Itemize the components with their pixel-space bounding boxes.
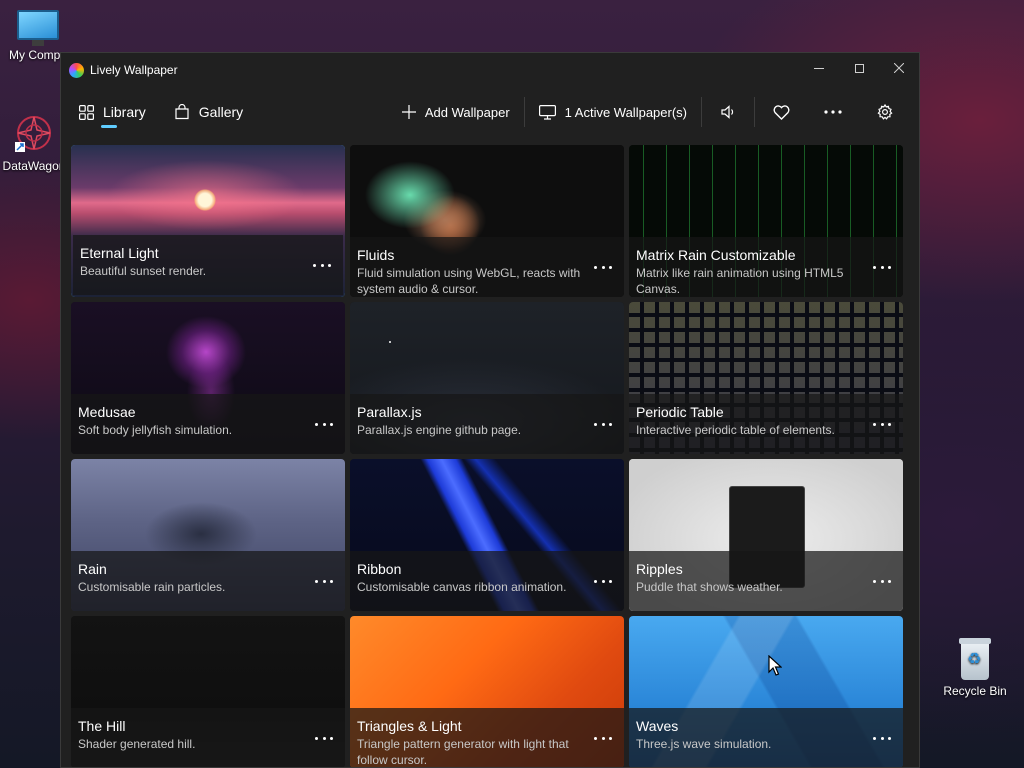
heart-icon: [773, 104, 789, 120]
active-wallpapers-label: 1 Active Wallpaper(s): [564, 104, 687, 120]
volume-icon: [720, 105, 733, 119]
wallpaper-card[interactable]: Waves Three.js wave simulation.: [629, 616, 903, 767]
wallpaper-card[interactable]: Rain Customisable rain particles.: [71, 459, 345, 611]
wallpaper-description: Soft body jellyfish simulation.: [78, 423, 233, 437]
shopping-bag-icon: [174, 104, 190, 120]
wallpaper-title: Triangles & Light: [357, 718, 462, 734]
more-icon: [824, 110, 842, 114]
wallpaper-description: Parallax.js engine github page.: [357, 423, 522, 437]
wallpaper-title: Rain: [78, 561, 107, 577]
title-bar[interactable]: Lively Wallpaper: [61, 53, 919, 87]
wallpaper-card[interactable]: Fluids Fluid simulation using WebGL, reac…: [350, 145, 624, 297]
wallpaper-description: Customisable rain particles.: [78, 580, 226, 594]
more-options-button[interactable]: [807, 87, 859, 137]
wallpaper-more-options-button[interactable]: [590, 416, 616, 432]
minimize-button[interactable]: [799, 53, 839, 83]
wallpaper-more-options-button[interactable]: [590, 573, 616, 589]
tab-library-label: Library: [103, 104, 146, 120]
wallpaper-more-options-button[interactable]: [869, 730, 895, 746]
settings-button[interactable]: [859, 87, 911, 137]
wallpaper-card[interactable]: The Hill Shader generated hill.: [71, 616, 345, 767]
wallpaper-title: Medusae: [78, 404, 136, 420]
toolbar: Add Wallpaper 1 Active Wallpaper(s): [388, 87, 911, 137]
wallpaper-card[interactable]: Periodic Table Interactive periodic table…: [629, 302, 903, 454]
wallpaper-more-options-button[interactable]: [590, 730, 616, 746]
wallpaper-title: Parallax.js: [357, 404, 422, 420]
wallpaper-title: Matrix Rain Customizable: [636, 247, 796, 263]
wallpaper-info: Matrix Rain Customizable Matrix like rain…: [629, 237, 903, 297]
wallpaper-info: Rain Customisable rain particles.: [71, 551, 345, 611]
window-title: Lively Wallpaper: [90, 63, 178, 77]
wallpaper-more-options-button[interactable]: [869, 573, 895, 589]
volume-button[interactable]: [702, 87, 754, 137]
grid-icon: [79, 104, 94, 120]
wallpaper-info: Fluids Fluid simulation using WebGL, reac…: [350, 237, 624, 297]
wallpaper-more-options-button[interactable]: [869, 259, 895, 275]
datawagon-icon: [15, 116, 51, 152]
wallpaper-title: Fluids: [357, 247, 395, 263]
close-icon: [894, 63, 904, 73]
wallpaper-info: The Hill Shader generated hill.: [71, 708, 345, 767]
wallpaper-title: Waves: [636, 718, 679, 734]
plus-icon: [401, 105, 416, 119]
wallpaper-info: Ribbon Customisable canvas ribbon animati…: [350, 551, 624, 611]
wallpaper-card[interactable]: Eternal Light Beautiful sunset render.: [71, 145, 345, 297]
maximize-icon: [854, 63, 864, 73]
wallpaper-more-options-button[interactable]: [590, 259, 616, 275]
wallpaper-description: Customisable canvas ribbon animation.: [357, 580, 567, 594]
active-wallpapers-button[interactable]: 1 Active Wallpaper(s): [525, 87, 701, 137]
wallpaper-info: Waves Three.js wave simulation.: [629, 708, 903, 767]
maximize-button[interactable]: [839, 53, 879, 83]
wallpaper-info: Ripples Puddle that shows weather.: [629, 551, 903, 611]
wallpaper-description: Shader generated hill.: [78, 737, 196, 751]
wallpaper-title: Periodic Table: [636, 404, 724, 420]
desktop-icon-label: Recycle Bin: [943, 684, 1007, 698]
close-button[interactable]: [879, 53, 919, 83]
wallpaper-title: Ripples: [636, 561, 683, 577]
wallpaper-info: Parallax.js Parallax.js engine github pag…: [350, 394, 624, 454]
wallpaper-card[interactable]: Medusae Soft body jellyfish simulation.: [71, 302, 345, 454]
nav-bar: Library Gallery Add Wallpaper 1 Active W…: [61, 87, 919, 137]
wallpaper-description: Beautiful sunset render.: [80, 264, 207, 278]
wallpaper-more-options-button[interactable]: [311, 416, 337, 432]
computer-icon: [17, 10, 59, 46]
wallpaper-title: The Hill: [78, 718, 126, 734]
wallpaper-info: Eternal Light Beautiful sunset render.: [73, 235, 343, 295]
monitor-icon: [538, 104, 556, 120]
wallpaper-title: Eternal Light: [80, 245, 159, 261]
wallpaper-description: Fluid simulation using WebGL, reacts wit…: [357, 266, 581, 296]
gear-icon: [877, 104, 893, 120]
wallpaper-card[interactable]: Matrix Rain Customizable Matrix like rain…: [629, 145, 903, 297]
tab-library[interactable]: Library: [75, 92, 150, 132]
desktop-icon-recycle-bin[interactable]: ♻ Recycle Bin: [937, 638, 1013, 698]
wallpaper-description: Puddle that shows weather.: [636, 580, 783, 594]
wallpaper-card[interactable]: Ribbon Customisable canvas ribbon animati…: [350, 459, 624, 611]
app-logo-icon: [69, 62, 84, 78]
wallpaper-description: Triangle pattern generator with light th…: [357, 737, 569, 767]
wallpaper-card[interactable]: Triangles & Light Triangle pattern genera…: [350, 616, 624, 767]
wallpaper-info: Medusae Soft body jellyfish simulation.: [71, 394, 345, 454]
favorite-button[interactable]: [755, 87, 807, 137]
minimize-icon: [814, 67, 824, 69]
mouse-cursor-icon: [768, 655, 782, 676]
wallpaper-description: Interactive periodic table of elements.: [636, 423, 835, 437]
wallpaper-info: Triangles & Light Triangle pattern genera…: [350, 708, 624, 767]
add-wallpaper-label: Add Wallpaper: [424, 104, 510, 120]
wallpaper-more-options-button[interactable]: [309, 257, 335, 273]
add-wallpaper-button[interactable]: Add Wallpaper: [388, 87, 524, 137]
wallpaper-more-options-button[interactable]: [311, 730, 337, 746]
wallpaper-title: Ribbon: [357, 561, 402, 577]
recycle-bin-icon: ♻: [957, 638, 993, 682]
tab-gallery-label: Gallery: [198, 104, 244, 120]
wallpaper-description: Three.js wave simulation.: [636, 737, 772, 751]
tab-gallery[interactable]: Gallery: [170, 92, 247, 132]
wallpaper-more-options-button[interactable]: [311, 573, 337, 589]
wallpaper-card[interactable]: Ripples Puddle that shows weather.: [629, 459, 903, 611]
wallpaper-description: Matrix like rain animation using HTML5 C…: [636, 266, 844, 296]
wallpaper-card[interactable]: Parallax.js Parallax.js engine github pag…: [350, 302, 624, 454]
wallpaper-info: Periodic Table Interactive periodic table…: [629, 394, 903, 454]
app-window: Lively Wallpaper Library Gallery Add Wal…: [60, 52, 920, 768]
wallpaper-more-options-button[interactable]: [869, 416, 895, 432]
